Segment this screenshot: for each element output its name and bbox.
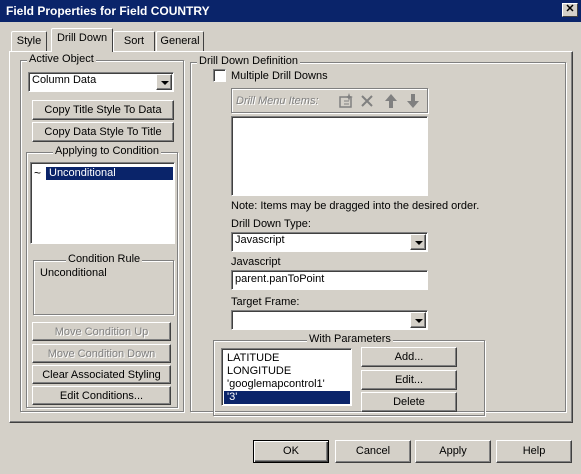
parameter-item-latitude[interactable]: LATITUDE <box>224 352 350 365</box>
tab-general[interactable]: General <box>156 31 204 51</box>
target-frame-select[interactable] <box>231 310 428 330</box>
chevron-down-icon <box>415 241 423 245</box>
drill-down-type-label: Drill Down Type: <box>231 218 311 230</box>
window-title: Field Properties for Field COUNTRY <box>6 4 210 18</box>
condition-rule-group: Condition Rule Unconditional <box>33 253 174 315</box>
clear-associated-styling-button[interactable]: Clear Associated Styling <box>32 365 171 384</box>
condition-rule-value: Unconditional <box>40 267 107 279</box>
edit-parameter-button[interactable]: Edit... <box>361 370 457 390</box>
javascript-label: Javascript <box>231 256 281 268</box>
drill-down-type-dropdown-button[interactable] <box>410 234 426 250</box>
parameter-item-zoom[interactable]: '3' <box>224 391 350 404</box>
multiple-drill-downs-checkbox[interactable] <box>213 69 226 82</box>
javascript-value: parent.panToPoint <box>235 273 325 285</box>
add-parameter-button[interactable]: Add... <box>361 347 457 367</box>
help-button[interactable]: Help <box>496 440 572 463</box>
drill-down-type-value: Javascript <box>235 234 285 246</box>
drag-note: Note: Items may be dragged into the desi… <box>231 200 480 212</box>
active-object-label: Active Object <box>27 53 96 65</box>
chevron-down-icon <box>161 81 169 85</box>
drill-menu-items-label: Drill Menu Items: <box>236 95 319 107</box>
tab-drill-down[interactable]: Drill Down <box>51 28 113 52</box>
multiple-drill-downs-label: Multiple Drill Downs <box>231 70 328 82</box>
target-frame-dropdown-button[interactable] <box>410 312 426 328</box>
tab-sort[interactable]: Sort <box>113 31 155 51</box>
parameters-list[interactable]: LATITUDE LONGITUDE 'googlemapcontrol1' '… <box>221 348 352 406</box>
parameter-item-mapcontrol[interactable]: 'googlemapcontrol1' <box>224 378 350 391</box>
drill-menu-toolbar: Drill Menu Items: <box>231 88 428 113</box>
with-parameters-label: With Parameters <box>307 333 393 345</box>
drill-down-definition-label: Drill Down Definition <box>197 55 301 67</box>
condition-list[interactable]: ~ Unconditional <box>30 162 175 244</box>
tilde-icon: ~ <box>34 166 42 180</box>
drill-down-type-select[interactable]: Javascript <box>231 232 428 252</box>
cancel-button[interactable]: Cancel <box>335 440 411 463</box>
move-condition-up-button[interactable]: Move Condition Up <box>32 322 171 341</box>
javascript-input[interactable]: parent.panToPoint <box>231 270 428 290</box>
delete-parameter-button[interactable]: Delete <box>361 392 457 412</box>
edit-conditions-button[interactable]: Edit Conditions... <box>32 386 171 405</box>
applying-condition-label: Applying to Condition <box>53 145 161 157</box>
target-frame-label: Target Frame: <box>231 296 300 308</box>
move-condition-down-button[interactable]: Move Condition Down <box>32 344 171 363</box>
copy-title-style-button[interactable]: Copy Title Style To Data <box>32 100 174 120</box>
new-item-icon[interactable] <box>338 93 354 109</box>
apply-button[interactable]: Apply <box>415 440 491 463</box>
active-object-value: Column Data <box>32 74 97 86</box>
drill-menu-items-list[interactable] <box>231 116 428 196</box>
tab-style[interactable]: Style <box>11 31 47 51</box>
active-object-dropdown-button[interactable] <box>156 74 172 90</box>
chevron-down-icon <box>415 319 423 323</box>
title-bar: Field Properties for Field COUNTRY ✕ <box>0 0 581 22</box>
ok-button[interactable]: OK <box>253 440 329 463</box>
condition-item-unconditional[interactable]: Unconditional <box>46 167 173 180</box>
arrow-down-icon[interactable] <box>406 93 420 109</box>
copy-data-style-button[interactable]: Copy Data Style To Title <box>32 122 174 142</box>
active-object-select[interactable]: Column Data <box>28 72 174 92</box>
parameter-item-longitude[interactable]: LONGITUDE <box>224 365 350 378</box>
condition-rule-label: Condition Rule <box>66 253 143 265</box>
delete-x-icon[interactable] <box>360 94 374 108</box>
close-button[interactable]: ✕ <box>562 3 578 17</box>
arrow-up-icon[interactable] <box>384 93 398 109</box>
